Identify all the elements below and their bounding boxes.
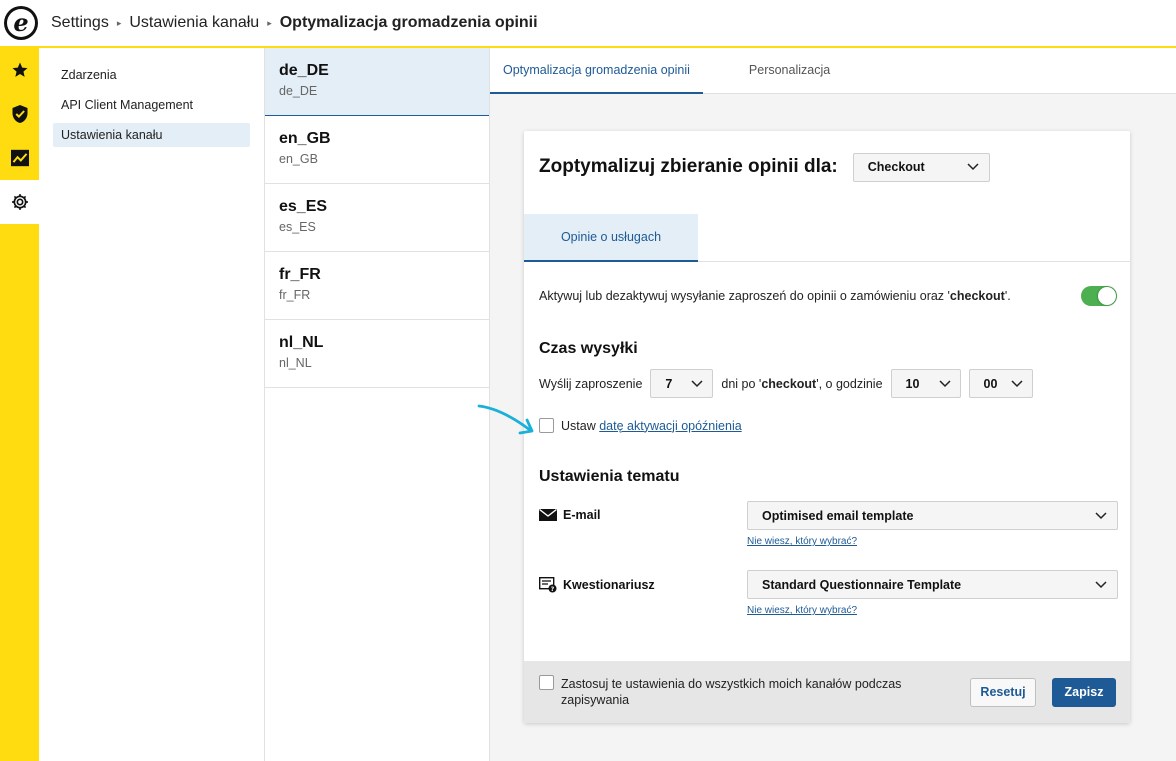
submenu-item-api-client[interactable]: API Client Management — [53, 93, 250, 117]
email-theme-row: E-mail Optimised email template Nie wies… — [524, 501, 1130, 547]
questionnaire-help-link[interactable]: Nie wiesz, który wybrać? — [747, 605, 1118, 616]
settings-submenu: Zdarzenia API Client Management Ustawien… — [39, 48, 265, 761]
email-template-value: Optimised email template — [762, 508, 914, 523]
rail-reviews[interactable] — [0, 48, 39, 92]
channel-code: en_GB — [279, 130, 331, 147]
review-type-tabs: Opinie o usługach — [524, 214, 1130, 262]
send-middle: dni po 'checkout', o godzinie — [721, 376, 883, 391]
channel-item-fr[interactable]: fr_FR fr_FR — [265, 252, 489, 320]
activation-toggle[interactable] — [1081, 286, 1117, 306]
chevron-down-icon — [1011, 379, 1023, 387]
breadcrumb: Settings ▸ Ustawienia kanału ▸ Optymaliz… — [51, 14, 538, 32]
event-select[interactable]: Checkout — [852, 152, 990, 182]
apply-all-label: Zastosuj te ustawienia do wszystkich moi… — [561, 677, 902, 707]
rail-trust[interactable] — [0, 92, 39, 136]
channel-subtitle: en_GB — [279, 152, 318, 166]
card-title: Zoptymalizuj zbieranie opinii dla: — [539, 156, 838, 177]
reset-button[interactable]: Resetuj — [970, 677, 1036, 707]
email-help-link[interactable]: Nie wiesz, który wybrać? — [747, 536, 1118, 547]
chevron-down-icon — [1095, 511, 1107, 519]
trusted-shops-logo[interactable]: e — [4, 6, 38, 40]
chart-icon — [10, 149, 29, 167]
event-select-value: Checkout — [867, 160, 925, 174]
breadcrumb-settings[interactable]: Settings — [51, 14, 109, 32]
hour-select[interactable]: 10 — [890, 369, 961, 398]
chevron-down-icon — [967, 163, 979, 171]
hour-value: 10 — [905, 376, 920, 391]
channel-item-gb[interactable]: en_GB en_GB — [265, 116, 489, 184]
channel-code: fr_FR — [279, 266, 321, 283]
questionnaire-label: ? Kwestionariusz — [539, 570, 747, 593]
apply-all-checkbox[interactable] — [539, 675, 554, 690]
rail-analytics[interactable] — [0, 136, 39, 180]
icon-rail — [0, 48, 39, 761]
submenu-item-channel-settings[interactable]: Ustawienia kanału — [53, 123, 250, 147]
breadcrumb-separator-icon: ▸ — [267, 17, 272, 28]
activation-text: Aktywuj lub dezaktywuj wysyłanie zaprosz… — [539, 289, 1011, 303]
days-value: 7 — [665, 376, 673, 391]
rail-settings[interactable] — [0, 180, 39, 224]
days-select[interactable]: 7 — [650, 369, 714, 398]
tab-optimization[interactable]: Optymalizacja gromadzenia opinii — [490, 48, 703, 94]
channel-subtitle: nl_NL — [279, 356, 312, 370]
delay-row: Ustaw datę aktywacji opóźnienia — [524, 418, 1130, 433]
logo-e-icon: e — [7, 9, 35, 37]
theme-heading: Ustawienia tematu — [539, 468, 680, 485]
channel-item-nl[interactable]: nl_NL nl_NL — [265, 320, 489, 388]
chevron-down-icon — [939, 379, 951, 387]
minute-select[interactable]: 00 — [968, 369, 1033, 398]
questionnaire-template-value: Standard Questionnaire Template — [762, 577, 962, 592]
page-tabs: Optymalizacja gromadzenia opinii Persona… — [490, 48, 1176, 94]
optimization-card: Zoptymalizuj zbieranie opinii dla: Check… — [524, 131, 1130, 723]
shield-check-icon — [12, 105, 27, 123]
channel-list: de_DE de_DE en_GB en_GB es_ES es_ES fr_F… — [265, 48, 490, 761]
main-content: Optymalizacja gromadzenia opinii Persona… — [490, 48, 1176, 761]
email-template-select[interactable]: Optimised email template — [747, 501, 1118, 530]
send-prefix: Wyślij zaproszenie — [539, 376, 643, 391]
questionnaire-theme-row: ? Kwestionariusz Standard Questionnaire … — [524, 570, 1130, 616]
channel-item-de[interactable]: de_DE de_DE — [265, 48, 489, 116]
channel-subtitle: de_DE — [279, 84, 318, 98]
send-time-row: Wyślij zaproszenie 7 dni po 'checkout', … — [524, 369, 1130, 398]
top-bar: e Settings ▸ Ustawienia kanału ▸ Optymal… — [0, 0, 1176, 48]
email-label: E-mail — [539, 501, 747, 522]
questionnaire-template-select[interactable]: Standard Questionnaire Template — [747, 570, 1118, 599]
channel-code: de_DE — [279, 62, 329, 79]
send-time-heading: Czas wysyłki — [539, 340, 638, 357]
card-footer: Zastosuj te ustawienia do wszystkich moi… — [524, 661, 1130, 723]
activation-row: Aktywuj lub dezaktywuj wysyłanie zaprosz… — [524, 286, 1130, 306]
delay-checkbox[interactable] — [539, 418, 554, 433]
questionnaire-icon: ? — [539, 577, 557, 593]
save-button[interactable]: Zapisz — [1052, 677, 1116, 707]
delay-date-link[interactable]: datę aktywacji opóźnienia — [599, 419, 741, 433]
tab-personalization[interactable]: Personalizacja — [737, 48, 842, 94]
minute-value: 00 — [983, 376, 998, 391]
channel-code: nl_NL — [279, 334, 324, 351]
delay-label: Ustaw — [561, 418, 596, 433]
breadcrumb-channel-settings[interactable]: Ustawienia kanału — [129, 14, 259, 32]
channel-subtitle: es_ES — [279, 220, 316, 234]
breadcrumb-separator-icon: ▸ — [116, 17, 122, 28]
chevron-down-icon — [1095, 580, 1107, 588]
gear-icon — [11, 194, 28, 210]
tab-service-reviews[interactable]: Opinie o usługach — [524, 214, 698, 262]
breadcrumb-current: Optymalizacja gromadzenia opinii — [279, 14, 538, 31]
chevron-down-icon — [691, 379, 703, 387]
envelope-icon — [539, 509, 557, 521]
channel-code: es_ES — [279, 198, 328, 215]
svg-text:?: ? — [551, 586, 555, 593]
toggle-knob — [1098, 287, 1116, 305]
star-icon — [12, 62, 27, 77]
channel-subtitle: fr_FR — [279, 288, 311, 302]
channel-item-es[interactable]: es_ES es_ES — [265, 184, 489, 252]
annotation-arrow-icon — [477, 404, 534, 435]
submenu-item-events[interactable]: Zdarzenia — [53, 63, 250, 87]
